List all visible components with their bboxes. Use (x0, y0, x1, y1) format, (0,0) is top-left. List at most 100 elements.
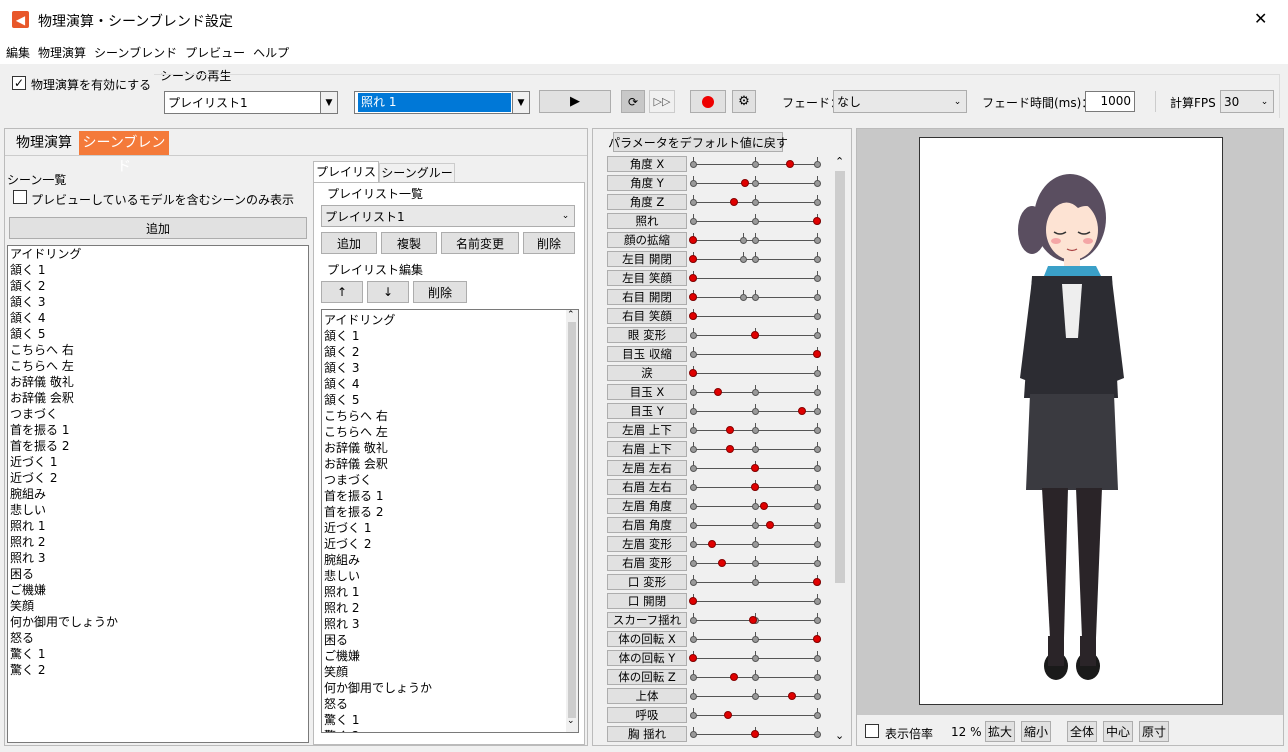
param-slider[interactable] (690, 461, 821, 472)
param-slider[interactable] (690, 423, 821, 434)
param-label-button[interactable]: 目玉 Y (607, 403, 687, 419)
param-label-button[interactable]: 体の回転 X (607, 631, 687, 647)
playlist-item[interactable]: お辞儀 会釈 (322, 456, 578, 472)
param-slider[interactable] (689, 271, 821, 282)
playlist-item[interactable]: 頷く 3 (322, 360, 578, 376)
fade-combo[interactable]: なし ⌄ (833, 90, 967, 113)
param-label-button[interactable]: 右目 開閉 (607, 289, 687, 305)
playlist-item[interactable]: アイドリング (322, 312, 578, 328)
slider-knob[interactable] (726, 426, 735, 434)
param-label-button[interactable]: 右眉 変形 (607, 555, 687, 571)
param-slider[interactable] (690, 157, 821, 168)
preview-canvas[interactable] (919, 137, 1223, 705)
menu-physics[interactable]: 物理演算 (38, 44, 86, 61)
playlist-item[interactable]: 驚く 2 (322, 728, 578, 732)
record-button[interactable] (690, 90, 726, 113)
fit-all-button[interactable]: 全体 (1067, 721, 1097, 742)
scene-list-item[interactable]: こちらへ 左 (8, 358, 308, 374)
param-label-button[interactable]: 左眉 上下 (607, 422, 687, 438)
scene-list[interactable]: アイドリング 頷く 1 頷く 2 頷く 3 頷く 4 頷く 5 こちらへ 右こちらへ 左お辞… (7, 245, 309, 743)
playlist-item[interactable]: 頷く 1 (322, 328, 578, 344)
param-label-button[interactable]: 照れ (607, 213, 687, 229)
scene-list-item[interactable]: 頷く 1 (8, 262, 308, 278)
menu-edit[interactable]: 編集 (6, 44, 30, 61)
playlist-scroll-thumb[interactable] (568, 322, 576, 718)
slider-knob[interactable] (741, 179, 750, 187)
param-slider[interactable] (689, 233, 821, 244)
playlist-combo[interactable]: プレイリスト1 ▼ (164, 91, 338, 114)
scene-list-item[interactable]: 怒る (8, 630, 308, 646)
param-label-button[interactable]: 左眉 変形 (607, 536, 687, 552)
slider-knob[interactable] (813, 217, 821, 225)
param-label-button[interactable]: 呼吸 (607, 707, 687, 723)
playlist-item[interactable]: 首を振る 1 (322, 488, 578, 504)
param-slider[interactable] (690, 670, 821, 681)
param-label-button[interactable]: 角度 X (607, 156, 687, 172)
playlist-item-delete-button[interactable]: 削除 (413, 281, 467, 303)
param-slider[interactable] (690, 347, 821, 358)
slider-knob[interactable] (689, 293, 697, 301)
param-slider[interactable] (690, 404, 821, 415)
scene-list-item[interactable]: 困る (8, 566, 308, 582)
slider-knob[interactable] (751, 464, 759, 472)
slider-knob[interactable] (707, 540, 716, 548)
param-slider[interactable] (690, 518, 821, 529)
playlist-item[interactable]: 笑顔 (322, 664, 578, 680)
tab-scene-group[interactable]: シーングループ (379, 163, 455, 198)
param-label-button[interactable]: 上体 (607, 688, 687, 704)
slider-knob[interactable] (729, 673, 738, 681)
param-label-button[interactable]: 角度 Y (607, 175, 687, 191)
slider-knob[interactable] (751, 730, 759, 738)
param-slider[interactable] (690, 499, 821, 510)
param-label-button[interactable]: 右眉 左右 (607, 479, 687, 495)
param-slider[interactable] (690, 385, 821, 396)
playlist-item[interactable]: 怒る (322, 696, 578, 712)
slider-knob[interactable] (713, 388, 722, 396)
slider-knob[interactable] (765, 521, 774, 529)
playlist-item[interactable]: 照れ 1 (322, 584, 578, 600)
playlist-duplicate-button[interactable]: 複製 (381, 232, 437, 254)
scene-combo[interactable]: 照れ 1 ▼ (354, 91, 530, 114)
playlist-delete-button[interactable]: 削除 (523, 232, 575, 254)
scene-list-item[interactable]: 首を振る 1 (8, 422, 308, 438)
playlist-item[interactable]: 頷く 4 (322, 376, 578, 392)
param-label-button[interactable]: 体の回転 Y (607, 650, 687, 666)
slider-knob[interactable] (689, 274, 697, 282)
fps-combo[interactable]: 30 ⌄ (1220, 90, 1274, 113)
playlist-scrollbar[interactable]: ⌃ ⌄ (566, 310, 578, 732)
param-slider[interactable] (689, 651, 821, 662)
param-slider[interactable] (690, 480, 821, 491)
param-label-button[interactable]: 口 開閉 (607, 593, 687, 609)
zoom-out-button[interactable]: 縮小 (1021, 721, 1051, 742)
scene-list-item[interactable]: 腕組み (8, 486, 308, 502)
param-label-button[interactable]: スカーフ揺れ (607, 612, 687, 628)
scene-list-item[interactable]: 驚く 1 (8, 646, 308, 662)
slider-knob[interactable] (689, 255, 697, 263)
slider-knob[interactable] (788, 692, 797, 700)
param-label-button[interactable]: 体の回転 Z (607, 669, 687, 685)
play-button[interactable]: ▶ (539, 90, 611, 113)
scene-list-item[interactable]: 頷く 4 (8, 310, 308, 326)
param-label-button[interactable]: 眼 変形 (607, 327, 687, 343)
playlist-item[interactable]: 頷く 2 (322, 344, 578, 360)
slider-knob[interactable] (717, 559, 726, 567)
playlist-item[interactable]: 悲しい (322, 568, 578, 584)
param-label-button[interactable]: 左目 笑顔 (607, 270, 687, 286)
scene-filter-checkbox[interactable] (13, 190, 27, 204)
scene-list-item[interactable]: 何か御用でしょうか (8, 614, 308, 630)
next-button[interactable]: ▷▷ (649, 90, 675, 113)
param-label-button[interactable]: 胸 揺れ (607, 726, 687, 742)
scene-list-item[interactable]: 近づく 1 (8, 454, 308, 470)
menu-preview[interactable]: プレビュー (185, 44, 245, 61)
playlist-item[interactable]: 照れ 3 (322, 616, 578, 632)
param-slider[interactable] (690, 195, 821, 206)
slider-knob[interactable] (689, 236, 697, 244)
scene-list-item[interactable]: 悲しい (8, 502, 308, 518)
param-slider[interactable] (690, 328, 821, 339)
menu-scene-blend[interactable]: シーンブレンド (94, 44, 177, 61)
scene-list-item[interactable]: お辞儀 敬礼 (8, 374, 308, 390)
param-label-button[interactable]: 目玉 X (607, 384, 687, 400)
param-label-button[interactable]: 右目 笑顔 (607, 308, 687, 324)
scene-list-item[interactable]: こちらへ 右 (8, 342, 308, 358)
tab-scene-blend[interactable]: シーンブレンド (79, 131, 169, 175)
